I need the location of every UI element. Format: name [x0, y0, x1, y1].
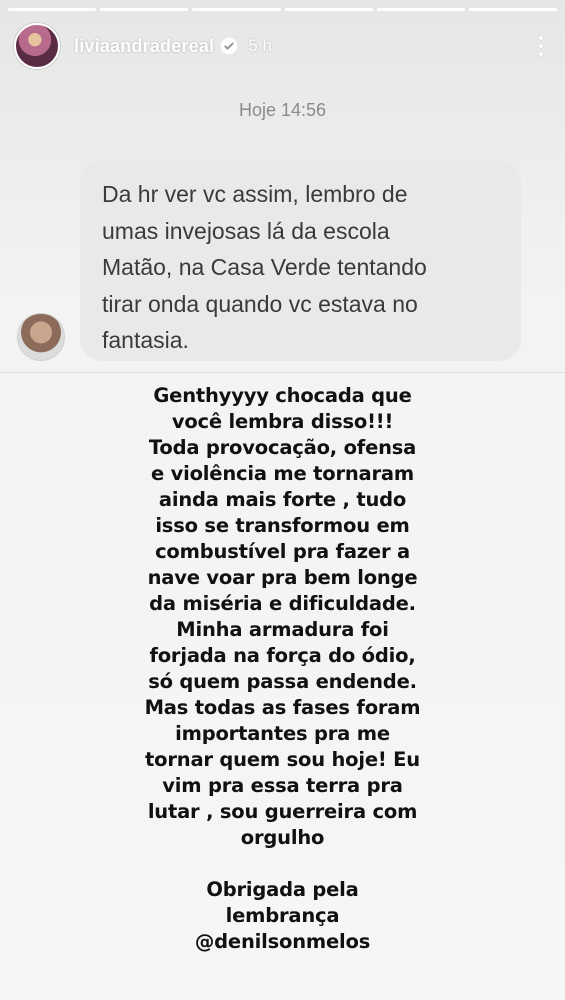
reply-line: importantes pra me: [175, 722, 390, 745]
reply-line: e violência me tornaram: [151, 462, 414, 485]
reply-line: da miséria e dificuldade.: [149, 592, 416, 615]
progress-segment: [192, 8, 281, 11]
reply-line: orgulho: [240, 826, 325, 849]
sender-avatar: [17, 313, 65, 361]
progress-segment: [284, 8, 373, 11]
progress-segment: [376, 8, 465, 11]
reply-line: vim pra essa terra pra: [162, 774, 403, 797]
screenshot-divider: [0, 372, 565, 373]
closing-line: lembrança: [225, 904, 340, 927]
progress-segment: [100, 8, 189, 11]
reply-line: Genthyyyy chocada que: [153, 384, 412, 407]
more-vertical-icon[interactable]: [531, 34, 551, 58]
message-line: tirar onda quando vc estava no: [102, 290, 418, 317]
message-bubble: Da hr ver vc assim, lembro de umas invej…: [80, 160, 521, 361]
reply-line: Toda provocação, ofensa: [148, 436, 417, 459]
message-line: umas invejosas lá da escola: [102, 217, 390, 244]
progress-segment: [8, 8, 97, 11]
message-line: fantasia.: [102, 327, 189, 353]
reply-line: isso se transformou em: [155, 514, 410, 537]
message-line: Matão, na Casa Verde tentando: [102, 254, 427, 280]
closing-line: Obrigada pela: [206, 878, 359, 901]
reply-line: só quem passa endende.: [148, 670, 417, 693]
story-progress-bar: [8, 8, 558, 11]
story-view: liviaandradereal 5 h Hoje 14:56 Da hr ve…: [0, 0, 565, 1000]
reply-line: tornar quem sou hoje! Eu: [145, 748, 420, 771]
chat-timestamp: Hoje 14:56: [238, 100, 327, 120]
progress-segment: [468, 8, 558, 11]
story-header: liviaandradereal 5 h: [14, 22, 551, 70]
reply-line: Mas todas as fases foram: [144, 696, 421, 719]
story-reply-text: Genthyyyy chocada que você lembra disso!…: [70, 383, 495, 955]
profile-avatar[interactable]: [14, 23, 60, 69]
message-line: Da hr ver vc assim, lembro de: [102, 181, 408, 207]
mention-link[interactable]: @denilsonmelos: [70, 929, 495, 955]
reply-line: Minha armadura foi: [176, 618, 389, 641]
verified-badge-icon: [221, 37, 238, 55]
reply-line: você lembra disso!!!: [171, 410, 394, 433]
reply-line: lutar , sou guerreira com: [147, 800, 418, 823]
username[interactable]: liviaandradereal: [74, 36, 214, 57]
reply-line: forjada na força do ódio,: [149, 644, 416, 667]
reply-line: ainda mais forte , tudo: [158, 488, 407, 511]
reply-line: combustível pra fazer a: [155, 540, 410, 563]
post-time: 5 h: [248, 36, 272, 55]
reply-line: nave voar pra bem longe: [147, 566, 418, 589]
